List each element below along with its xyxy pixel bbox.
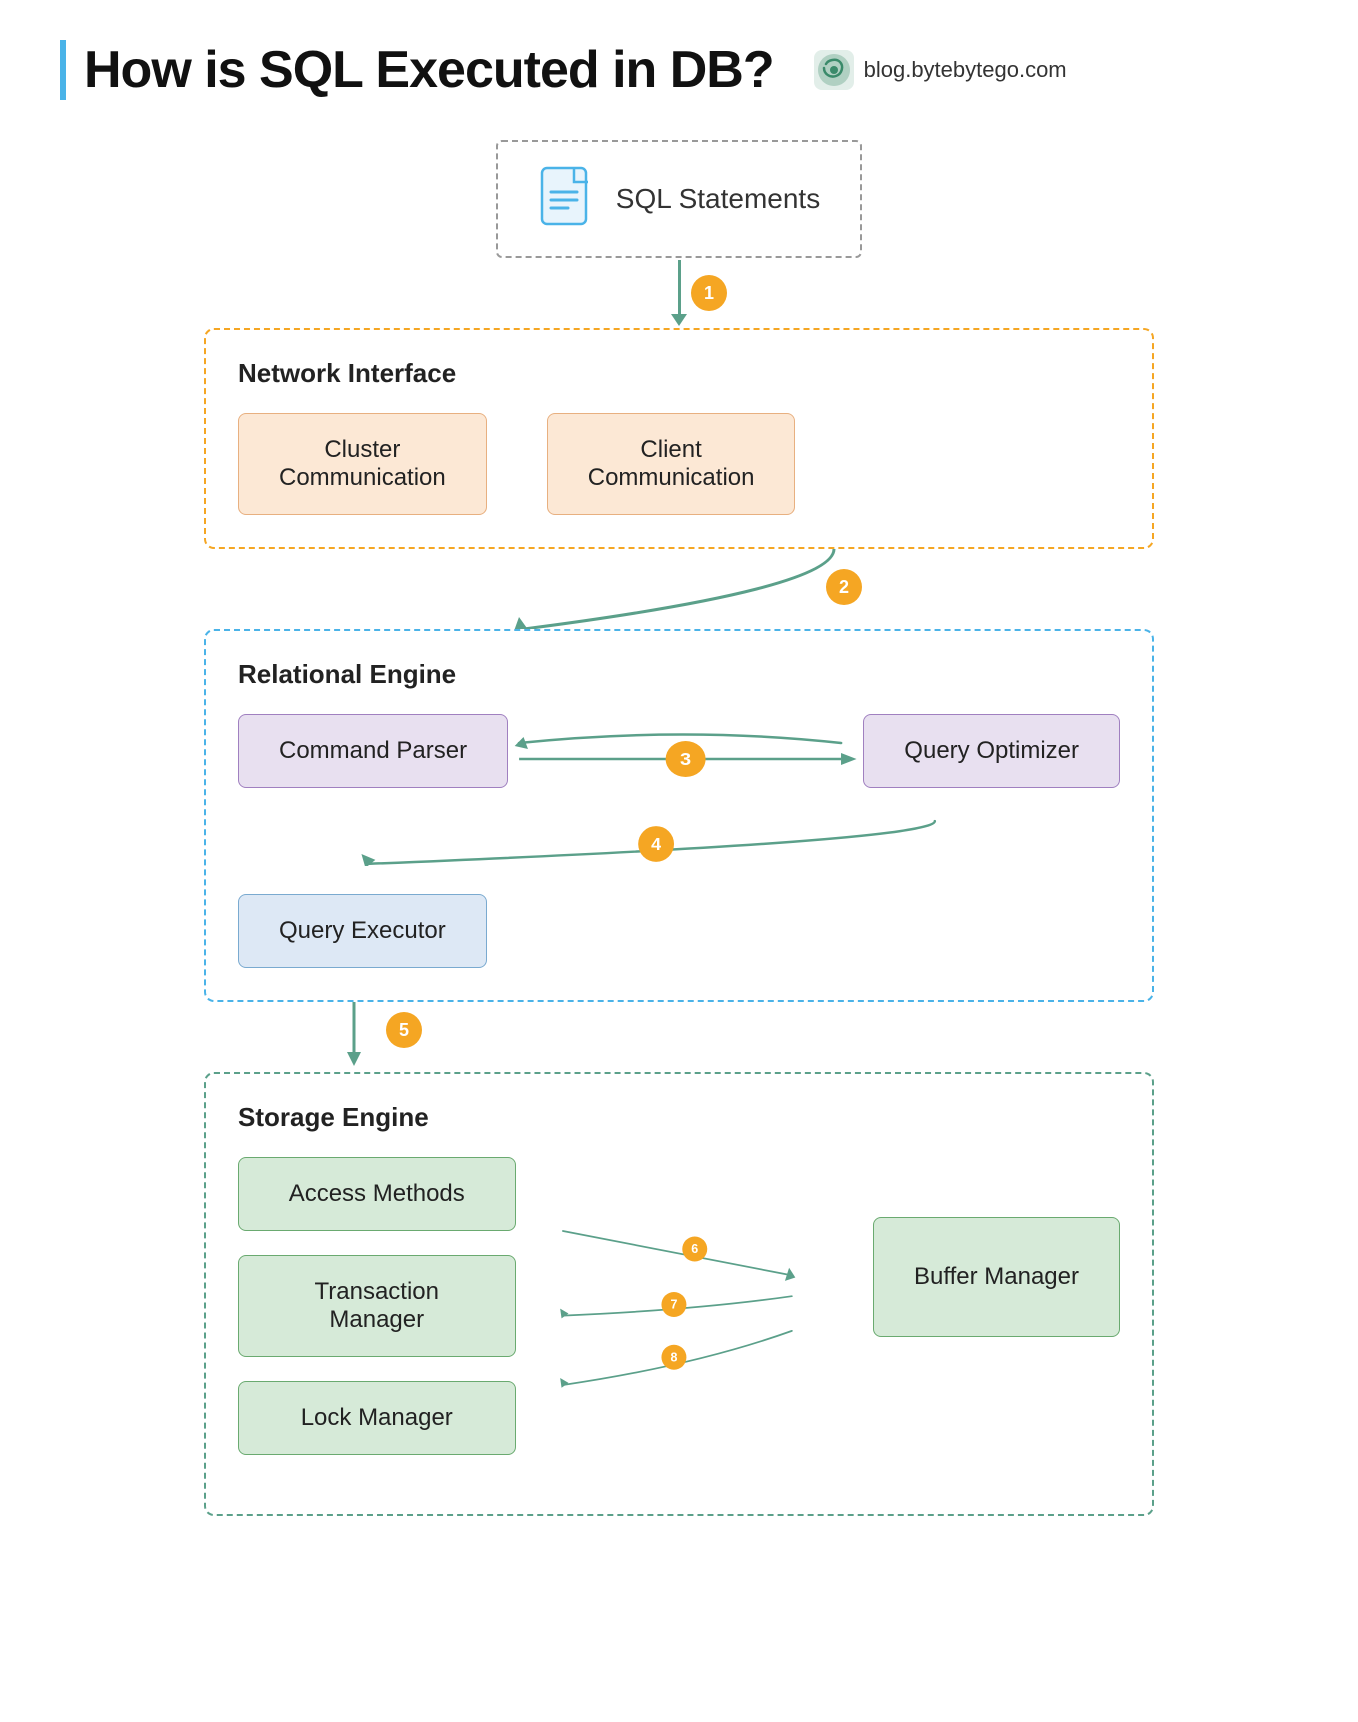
arrow-2-svg: 2: [204, 549, 1154, 629]
storage-left: Access Methods TransactionManager Lock M…: [238, 1157, 516, 1455]
access-methods-box: Access Methods: [238, 1157, 516, 1231]
cluster-communication-box: ClusterCommunication: [238, 413, 487, 515]
client-communication-box: ClientCommunication: [547, 413, 796, 515]
badge-1: 1: [691, 275, 727, 311]
arrow-1-line-top: [678, 260, 681, 290]
arrow-2-area: 2: [204, 549, 1154, 629]
svg-text:3: 3: [680, 750, 691, 770]
sql-statements-box: SQL Statements: [496, 140, 862, 258]
query-executor-box: Query Executor: [238, 894, 487, 968]
network-interface-label: Network Interface: [238, 358, 1120, 389]
sql-label: SQL Statements: [616, 183, 820, 215]
svg-text:7: 7: [670, 1298, 677, 1312]
rel-row2: 4: [238, 816, 1120, 866]
storage-arrows-column: 6 7 8: [556, 1157, 834, 1482]
arrow-1-line-bottom: [678, 290, 681, 314]
query-optimizer-box: Query Optimizer: [863, 714, 1120, 788]
network-boxes: ClusterCommunication ClientCommunication: [238, 413, 1120, 515]
arrow-4-svg: 4: [238, 816, 1120, 866]
arrow-5-svg: 5: [204, 1002, 1154, 1072]
logo-text: blog.bytebytego.com: [864, 57, 1067, 83]
network-interface-section: Network Interface ClusterCommunication C…: [204, 328, 1154, 549]
arrow-1-head: [671, 314, 687, 326]
svg-text:6: 6: [691, 1242, 698, 1256]
sql-document-icon: [538, 164, 598, 234]
rel-row3: Query Executor: [238, 894, 1120, 968]
storage-engine-inner: Access Methods TransactionManager Lock M…: [238, 1157, 1120, 1482]
storage-engine-section: Storage Engine Access Methods Transactio…: [204, 1072, 1154, 1516]
svg-text:4: 4: [651, 834, 661, 854]
lock-manager-box: Lock Manager: [238, 1381, 516, 1455]
svg-text:5: 5: [399, 1020, 409, 1040]
command-parser-box: Command Parser: [238, 714, 508, 788]
rel-row1: Command Parser 3 Query Optimizer: [238, 714, 1120, 788]
page-title: How is SQL Executed in DB?: [84, 40, 774, 100]
relational-engine-inner: Command Parser 3 Query Optimizer: [238, 714, 1120, 968]
storage-arrows-svg: 6 7 8: [556, 1157, 834, 1477]
buffer-manager-box: Buffer Manager: [873, 1217, 1120, 1337]
svg-text:8: 8: [670, 1350, 677, 1364]
transaction-manager-box: TransactionManager: [238, 1255, 516, 1357]
page-header: How is SQL Executed in DB? blog.bytebyte…: [60, 40, 1298, 100]
storage-right: Buffer Manager: [873, 1157, 1120, 1337]
rel-arrows-area: 3: [508, 721, 863, 781]
diagram: SQL Statements 1 Network Interface Clust…: [60, 140, 1298, 1516]
svg-text:2: 2: [839, 577, 849, 597]
logo: blog.bytebytego.com: [812, 48, 1067, 92]
logo-icon: [812, 48, 856, 92]
rel-arrows-svg: 3: [508, 721, 863, 781]
arrow-1-container: 1: [671, 258, 687, 328]
relational-engine-label: Relational Engine: [238, 659, 1120, 690]
arrow-5-container: 5: [204, 1002, 1154, 1072]
storage-engine-label: Storage Engine: [238, 1102, 1120, 1133]
relational-engine-section: Relational Engine Command Parser 3: [204, 629, 1154, 1002]
